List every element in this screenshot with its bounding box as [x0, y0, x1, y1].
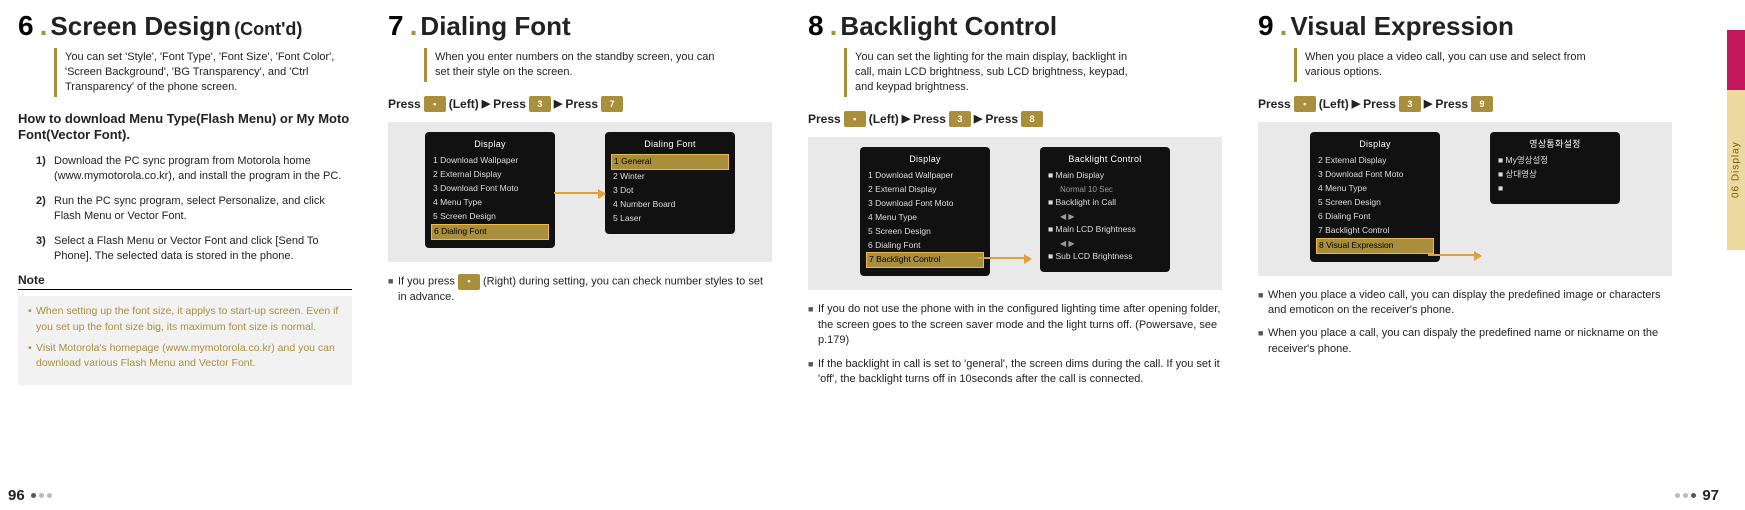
- section-title-text: Backlight Control: [840, 11, 1057, 41]
- section-title-text: Visual Expression: [1290, 11, 1514, 41]
- nav-key-icon: •: [458, 274, 480, 290]
- key-7-icon: 7: [601, 96, 623, 112]
- dot-icon: .: [40, 10, 48, 41]
- bullet: ■ If you press • (Right) during setting,…: [388, 274, 772, 305]
- page-number-left: 96: [8, 487, 52, 504]
- screenshot-panel-9: Display 2 External Display 3 Download Fo…: [1258, 122, 1672, 276]
- section-8: 8. Backlight Control You can set the lig…: [790, 0, 1240, 510]
- section-9-lead: When you place a video call, you can use…: [1294, 48, 1594, 82]
- step-2: 2)Run the PC sync program, select Person…: [36, 194, 352, 224]
- key-3-icon: 3: [949, 111, 971, 127]
- section-title-text: Dialing Font: [420, 11, 570, 41]
- section-9-title: 9. Visual Expression: [1258, 10, 1672, 42]
- page-spread: 6. Screen Design (Cont'd) You can set 'S…: [0, 0, 1745, 510]
- arrow-icon: [978, 257, 1030, 259]
- screenshot-panel-7: Display 1 Download Wallpaper 2 External …: [388, 122, 772, 262]
- notes-9: ■When you place a video call, you can di…: [1258, 288, 1672, 358]
- nav-key-icon: •: [1294, 96, 1316, 112]
- dot-icon: .: [830, 10, 838, 41]
- step-1: 1)Download the PC sync program from Moto…: [36, 154, 352, 184]
- phone-right: Backlight Control ■ Main Display Normal …: [1040, 147, 1170, 273]
- highlighted-row: 6 Dialing Font: [431, 224, 549, 240]
- section-6-lead: You can set 'Style', 'Font Type', 'Font …: [54, 48, 352, 97]
- square-bullet-icon: ■: [1258, 288, 1268, 319]
- phone-left: Display 2 External Display 3 Download Fo…: [1310, 132, 1440, 262]
- highlighted-row: 7 Backlight Control: [866, 252, 984, 268]
- chevron-right-icon: ▶: [1352, 97, 1360, 110]
- notes-8: ■If you do not use the phone with in the…: [808, 302, 1222, 387]
- chevron-right-icon: ▶: [482, 97, 490, 110]
- section-8-lead: You can set the lighting for the main di…: [844, 48, 1144, 97]
- nav-key-icon: •: [424, 96, 446, 112]
- screenshot-panel-8: Display 1 Download Wallpaper 2 External …: [808, 137, 1222, 291]
- bullet: ■If you do not use the phone with in the…: [808, 302, 1222, 348]
- key-9-icon: 9: [1471, 96, 1493, 112]
- download-steps: 1)Download the PC sync program from Moto…: [36, 154, 352, 263]
- section-8-title: 8. Backlight Control: [808, 10, 1222, 42]
- key-3-icon: 3: [529, 96, 551, 112]
- notes-7: ■ If you press • (Right) during setting,…: [388, 274, 772, 305]
- phone-right: 영상통화설정 ■ My영상설정 ■ 상대영상 ■: [1490, 132, 1620, 204]
- section-7-title: 7. Dialing Font: [388, 10, 772, 42]
- section-9: 9. Visual Expression When you place a vi…: [1240, 0, 1690, 510]
- tab-accent: [1727, 30, 1745, 90]
- progress-dots-icon: [31, 493, 52, 498]
- phone-left: Display 1 Download Wallpaper 2 External …: [860, 147, 990, 277]
- tab-label: 06 Display: [1727, 90, 1745, 250]
- square-bullet-icon: ■: [1258, 326, 1268, 357]
- key-8-icon: 8: [1021, 111, 1043, 127]
- section-title-text: Screen Design: [50, 11, 231, 41]
- dot-icon: .: [1280, 10, 1288, 41]
- bullet: ■When you place a call, you can dispaly …: [1258, 326, 1672, 357]
- phone-left: Display 1 Download Wallpaper 2 External …: [425, 132, 555, 248]
- highlighted-row: 8 Visual Expression: [1316, 238, 1434, 254]
- phone-right: Dialing Font 1 General 2 Winter 3 Dot 4 …: [605, 132, 735, 234]
- square-bullet-icon: ■: [388, 274, 398, 305]
- section-6: 6. Screen Design (Cont'd) You can set 'S…: [0, 0, 370, 510]
- chevron-right-icon: ▶: [554, 97, 562, 110]
- progress-dots-icon: [1675, 493, 1696, 498]
- section-number: 6: [18, 10, 34, 42]
- page-number-right: 97: [1675, 487, 1719, 504]
- section-number: 9: [1258, 10, 1274, 42]
- bullet: ■When you place a video call, you can di…: [1258, 288, 1672, 319]
- arrow-icon: [554, 192, 604, 194]
- press-sequence-7: Press • (Left) ▶ Press 3 ▶ Press 7: [388, 96, 772, 112]
- section-number: 8: [808, 10, 824, 42]
- note-2: Visit Motorola's homepage (www.mymotorol…: [28, 341, 342, 371]
- chapter-tab: 06 Display: [1727, 30, 1745, 250]
- chevron-right-icon: ▶: [1424, 97, 1432, 110]
- note-1: When setting up the font size, it applys…: [28, 304, 342, 334]
- chevron-right-icon: ▶: [902, 112, 910, 125]
- note-label: Note: [18, 273, 352, 290]
- arrow-icon: [1428, 254, 1480, 256]
- square-bullet-icon: ■: [808, 357, 818, 388]
- bullet: ■If the backlight in call is set to 'gen…: [808, 357, 1222, 388]
- press-sequence-8: Press • (Left) ▶ Press 3 ▶ Press 8: [808, 111, 1222, 127]
- section-number: 7: [388, 10, 404, 42]
- section-6-title: 6. Screen Design (Cont'd): [18, 10, 352, 42]
- square-bullet-icon: ■: [808, 302, 818, 348]
- step-3: 3)Select a Flash Menu or Vector Font and…: [36, 234, 352, 264]
- chevron-right-icon: ▶: [974, 112, 982, 125]
- section-7: 7. Dialing Font When you enter numbers o…: [370, 0, 790, 510]
- note-box: When setting up the font size, it applys…: [18, 296, 352, 385]
- section-title-suffix: (Cont'd): [234, 19, 302, 39]
- section-6-subhead: How to download Menu Type(Flash Menu) or…: [18, 111, 352, 145]
- highlighted-row: 1 General: [611, 154, 729, 170]
- key-3-icon: 3: [1399, 96, 1421, 112]
- press-sequence-9: Press • (Left) ▶ Press 3 ▶ Press 9: [1258, 96, 1672, 112]
- nav-key-icon: •: [844, 111, 866, 127]
- section-7-lead: When you enter numbers on the standby sc…: [424, 48, 724, 82]
- dot-icon: .: [410, 10, 418, 41]
